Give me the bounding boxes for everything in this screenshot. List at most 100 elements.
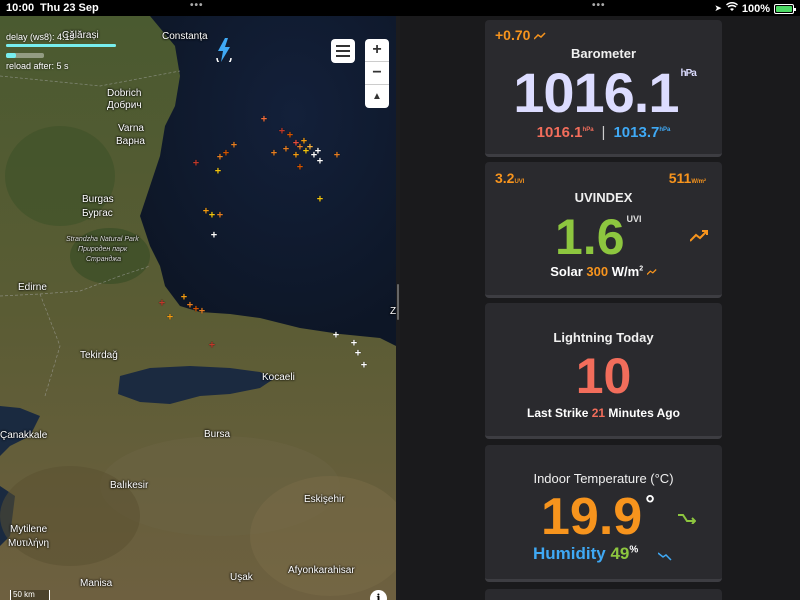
map-label-dobrich: Dobrich (107, 88, 142, 99)
wifi-icon (725, 2, 738, 15)
scale-bar: 50 km (10, 590, 50, 600)
strike-marker: + (316, 155, 324, 168)
hamburger-icon (336, 45, 350, 47)
strike-marker: + (158, 297, 166, 310)
strike-marker: + (282, 143, 290, 156)
menu-button[interactable] (331, 39, 355, 63)
strike-marker: + (208, 209, 216, 222)
strike-marker: + (278, 125, 286, 138)
indoor-temperature-value: 19.9 ° (541, 488, 655, 546)
trend-steady-icon (678, 514, 696, 524)
map-label-edirne: Edirne (18, 282, 47, 293)
multitask-dots-right-icon[interactable]: ••• (592, 0, 606, 11)
map-label-varna-cyr: Варна (116, 136, 145, 147)
strike-marker: + (270, 147, 278, 160)
lightning-map[interactable]: Călărași Constanța Dobrich Добрич Varna … (0, 16, 396, 600)
strike-marker: + (292, 149, 300, 162)
map-label-dobrich-cyr: Добрич (107, 100, 142, 111)
reload-text: reload after: 5 s (6, 61, 69, 71)
zoom-out-button[interactable]: − (365, 62, 389, 85)
strike-marker: + (198, 305, 206, 318)
status-time: 10:00 (6, 2, 35, 14)
map-label-varna: Varna (118, 123, 144, 134)
multitask-dots-left-icon[interactable]: ••• (190, 0, 204, 11)
split-handle[interactable] (397, 284, 399, 320)
strike-marker: + (222, 147, 230, 160)
strike-marker: + (166, 311, 174, 324)
compass-button[interactable]: ▲ (365, 85, 389, 108)
uv-value: 1.6 UVI (555, 209, 642, 265)
battery-icon (774, 3, 796, 14)
solar-max: 511W/m² (668, 170, 706, 186)
strike-marker: + (192, 157, 200, 170)
zoom-in-button[interactable]: + (365, 39, 389, 62)
trend-down-icon (658, 552, 672, 561)
info-button[interactable]: i (370, 590, 387, 600)
strike-marker: + (216, 151, 224, 164)
barometer-high: 1013.7 (613, 124, 660, 141)
map-label-afyon: Afyonkarahisar (288, 565, 355, 576)
map-label-manisa: Manisa (80, 578, 113, 589)
strike-marker: + (354, 347, 362, 360)
last-strike: Last Strike 21 Minutes Ago (527, 406, 680, 420)
map-label-constanta: Constanța (162, 31, 208, 42)
map-label-usak: Uşak (230, 572, 253, 583)
strike-marker: + (230, 139, 238, 152)
barometer-delta: +0.70 (495, 27, 546, 43)
map-label-strandzha-cyr2: Странджа (86, 256, 122, 263)
barometer-range: 1016.1hPa | 1013.7hPa (536, 124, 671, 141)
location-icon: ➤ (714, 3, 722, 13)
map-label-eskisehir: Eskişehir (304, 494, 345, 505)
strike-marker: + (360, 359, 368, 372)
map-label-strandzha-cyr: Природен парк (78, 246, 128, 253)
indoor-temperature-card[interactable]: Indoor Temperature (°C) 19.9 ° Humidity 4… (485, 445, 722, 582)
map-label-balikesir: Balıkesir (110, 480, 149, 491)
solar-radiation: Solar 300 W/m2 (485, 264, 722, 279)
lightning-count: 10 (575, 348, 632, 404)
uv-unit: UVI (626, 214, 642, 224)
strike-marker: + (332, 329, 340, 342)
reload-progress (6, 53, 44, 58)
barometer-unit: hPa (680, 68, 696, 79)
delay-text: delay (ws8): 4.1s (6, 32, 75, 42)
strike-marker: + (333, 149, 341, 162)
uv-index-card[interactable]: 3.2UVI 511W/m² UVINDEX 1.6 UVI Solar 300 … (485, 162, 722, 298)
battery-percent: 100% (741, 2, 770, 15)
map-label-mytilene-gr: Μυτιλήνη (8, 538, 50, 549)
indoor-title: Indoor Temperature (°C) (533, 471, 674, 486)
zoom-control: + − ▲ (365, 39, 389, 108)
strike-marker: + (214, 165, 222, 178)
lightning-title: Lightning Today (553, 330, 654, 345)
compass-icon: ▲ (372, 91, 382, 102)
barometer-value: 1016.1 hPa (513, 61, 697, 124)
map-label-burgas: Burgas (82, 194, 114, 205)
status-date: Thu 23 Sep (40, 2, 99, 14)
map-label-bursa: Bursa (204, 429, 231, 440)
screen: 10:00 Thu 23 Sep ••• ••• ➤ 100% Călărași… (0, 0, 800, 600)
trend-up-icon (533, 32, 546, 40)
indoor-humidity: Humidity 49% (533, 544, 639, 563)
uv-title: UVINDEX (574, 190, 633, 205)
delay-info: delay (ws8): 4.1s reload after: 5 s (6, 32, 116, 71)
strike-marker: + (210, 229, 218, 242)
lightning-bolt-icon[interactable] (215, 38, 233, 62)
next-card[interactable] (485, 589, 722, 600)
map-label-mytilene: Mytilene (10, 524, 48, 535)
status-bar: 10:00 Thu 23 Sep ••• ••• ➤ 100% (0, 0, 800, 16)
barometer-title: Barometer (570, 46, 637, 61)
lightning-card[interactable]: Lightning Today 10 Last Strike 21 Minute… (485, 303, 722, 439)
strike-marker: + (216, 209, 224, 222)
map-label-burgas-cyr: Бургас (82, 208, 113, 219)
strike-marker: + (316, 193, 324, 206)
map-label-canakkale: Çanakkale (0, 430, 48, 441)
map-label-kocaeli: Kocaeli (262, 372, 295, 383)
strike-marker: + (208, 339, 216, 352)
barometer-low: 1016.1 (536, 124, 583, 141)
map-label-tekirdag: Tekirdağ (80, 350, 118, 361)
status-right: ➤ 100% (714, 2, 796, 15)
map-label-strandzha: Strandzha Natural Park (66, 236, 139, 243)
barometer-card[interactable]: +0.70 Barometer 1016.1 hPa 1016.1hPa | 1013… (485, 20, 722, 157)
strike-marker: + (296, 161, 304, 174)
weather-dashboard: +0.70 Barometer 1016.1 hPa 1016.1hPa | 1013… (400, 16, 800, 600)
trend-up-icon (690, 230, 708, 242)
